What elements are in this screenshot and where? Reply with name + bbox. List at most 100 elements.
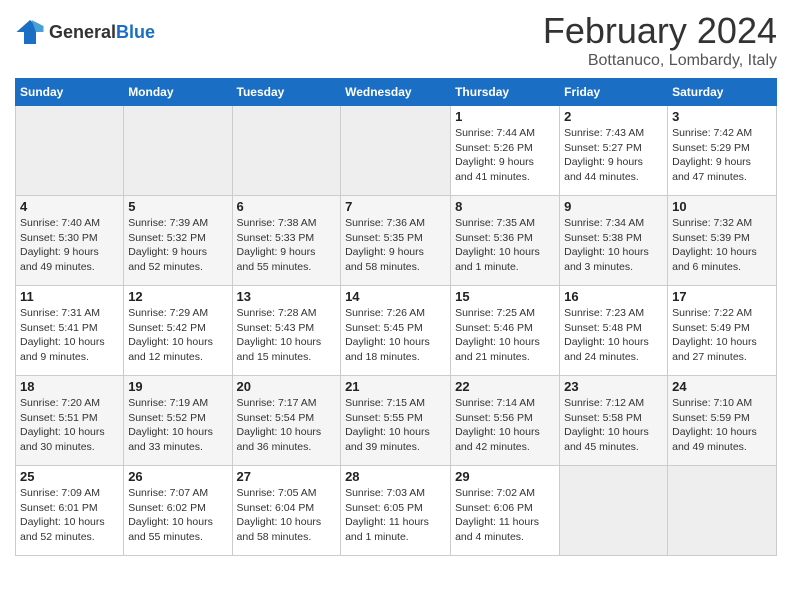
day-info: Sunrise: 7:34 AMSunset: 5:38 PMDaylight:… (564, 216, 663, 275)
weekday-header: Sunday (16, 79, 124, 106)
day-number: 23 (564, 379, 663, 394)
calendar-cell: 25 Sunrise: 7:09 AMSunset: 6:01 PMDayligh… (16, 466, 124, 556)
logo: GeneralBlue (15, 18, 155, 46)
calendar-cell (124, 106, 232, 196)
day-number: 25 (20, 469, 119, 484)
day-number: 1 (455, 109, 555, 124)
calendar-cell: 3 Sunrise: 7:42 AMSunset: 5:29 PMDaylight… (668, 106, 777, 196)
weekday-header: Thursday (451, 79, 560, 106)
day-number: 14 (345, 289, 446, 304)
calendar-cell (341, 106, 451, 196)
calendar-cell (232, 106, 341, 196)
calendar-cell: 21 Sunrise: 7:15 AMSunset: 5:55 PMDayligh… (341, 376, 451, 466)
day-number: 18 (20, 379, 119, 394)
day-info: Sunrise: 7:40 AMSunset: 5:30 PMDaylight:… (20, 216, 119, 275)
day-info: Sunrise: 7:03 AMSunset: 6:05 PMDaylight:… (345, 486, 446, 545)
day-number: 29 (455, 469, 555, 484)
day-number: 19 (128, 379, 227, 394)
calendar-cell: 5 Sunrise: 7:39 AMSunset: 5:32 PMDaylight… (124, 196, 232, 286)
day-number: 4 (20, 199, 119, 214)
calendar-cell: 4 Sunrise: 7:40 AMSunset: 5:30 PMDaylight… (16, 196, 124, 286)
day-info: Sunrise: 7:28 AMSunset: 5:43 PMDaylight:… (237, 306, 337, 365)
calendar-cell: 17Sunrise: 7:22 AMSunset: 5:49 PMDayligh… (668, 286, 777, 376)
day-info: Sunrise: 7:26 AMSunset: 5:45 PMDaylight:… (345, 306, 446, 365)
day-number: 20 (237, 379, 337, 394)
calendar-cell: 16 Sunrise: 7:23 AMSunset: 5:48 PMDayligh… (560, 286, 668, 376)
calendar-cell: 8 Sunrise: 7:35 AMSunset: 5:36 PMDaylight… (451, 196, 560, 286)
calendar-cell: 6 Sunrise: 7:38 AMSunset: 5:33 PMDaylight… (232, 196, 341, 286)
day-number: 9 (564, 199, 663, 214)
calendar-cell: 11Sunrise: 7:31 AMSunset: 5:41 PMDayligh… (16, 286, 124, 376)
calendar-week-row: 25 Sunrise: 7:09 AMSunset: 6:01 PMDayligh… (16, 466, 777, 556)
calendar-cell: 23Sunrise: 7:12 AMSunset: 5:58 PMDayligh… (560, 376, 668, 466)
day-number: 7 (345, 199, 446, 214)
calendar-cell: 1 Sunrise: 7:44 AMSunset: 5:26 PMDaylight… (451, 106, 560, 196)
day-info: Sunrise: 7:29 AMSunset: 5:42 PMDaylight:… (128, 306, 227, 365)
calendar-cell: 22 Sunrise: 7:14 AMSunset: 5:56 PMDayligh… (451, 376, 560, 466)
day-number: 16 (564, 289, 663, 304)
month-title: February 2024 (543, 10, 777, 52)
day-number: 6 (237, 199, 337, 214)
weekday-header: Friday (560, 79, 668, 106)
calendar-cell: 13 Sunrise: 7:28 AMSunset: 5:43 PMDayligh… (232, 286, 341, 376)
day-number: 3 (672, 109, 772, 124)
logo-icon (15, 18, 45, 46)
day-info: Sunrise: 7:42 AMSunset: 5:29 PMDaylight:… (672, 126, 772, 185)
day-info: Sunrise: 7:35 AMSunset: 5:36 PMDaylight:… (455, 216, 555, 275)
calendar-week-row: 1 Sunrise: 7:44 AMSunset: 5:26 PMDaylight… (16, 106, 777, 196)
calendar-week-row: 4 Sunrise: 7:40 AMSunset: 5:30 PMDaylight… (16, 196, 777, 286)
calendar-cell: 7 Sunrise: 7:36 AMSunset: 5:35 PMDaylight… (341, 196, 451, 286)
day-number: 15 (455, 289, 555, 304)
calendar-cell (16, 106, 124, 196)
day-number: 17 (672, 289, 772, 304)
day-info: Sunrise: 7:02 AMSunset: 6:06 PMDaylight:… (455, 486, 555, 545)
location-title: Bottanuco, Lombardy, Italy (543, 52, 777, 70)
day-info: Sunrise: 7:10 AMSunset: 5:59 PMDaylight:… (672, 396, 772, 455)
day-info: Sunrise: 7:43 AMSunset: 5:27 PMDaylight:… (564, 126, 663, 185)
day-info: Sunrise: 7:23 AMSunset: 5:48 PMDaylight:… (564, 306, 663, 365)
weekday-header: Monday (124, 79, 232, 106)
calendar-cell: 10Sunrise: 7:32 AMSunset: 5:39 PMDayligh… (668, 196, 777, 286)
calendar-table: SundayMondayTuesdayWednesdayThursdayFrid… (15, 78, 777, 556)
day-info: Sunrise: 7:05 AMSunset: 6:04 PMDaylight:… (237, 486, 337, 545)
day-info: Sunrise: 7:36 AMSunset: 5:35 PMDaylight:… (345, 216, 446, 275)
day-info: Sunrise: 7:44 AMSunset: 5:26 PMDaylight:… (455, 126, 555, 185)
calendar-cell: 12 Sunrise: 7:29 AMSunset: 5:42 PMDayligh… (124, 286, 232, 376)
day-number: 8 (455, 199, 555, 214)
day-number: 21 (345, 379, 446, 394)
day-number: 10 (672, 199, 772, 214)
day-number: 13 (237, 289, 337, 304)
weekday-header: Wednesday (341, 79, 451, 106)
day-info: Sunrise: 7:17 AMSunset: 5:54 PMDaylight:… (237, 396, 337, 455)
calendar-cell: 18Sunrise: 7:20 AMSunset: 5:51 PMDayligh… (16, 376, 124, 466)
day-info: Sunrise: 7:31 AMSunset: 5:41 PMDaylight:… (20, 306, 119, 365)
day-info: Sunrise: 7:39 AMSunset: 5:32 PMDaylight:… (128, 216, 227, 275)
calendar-week-row: 11Sunrise: 7:31 AMSunset: 5:41 PMDayligh… (16, 286, 777, 376)
calendar-cell (560, 466, 668, 556)
calendar-cell: 9 Sunrise: 7:34 AMSunset: 5:38 PMDaylight… (560, 196, 668, 286)
calendar-cell: 27Sunrise: 7:05 AMSunset: 6:04 PMDayligh… (232, 466, 341, 556)
day-info: Sunrise: 7:15 AMSunset: 5:55 PMDaylight:… (345, 396, 446, 455)
title-area: February 2024 Bottanuco, Lombardy, Italy (543, 10, 777, 70)
header: GeneralBlue February 2024 Bottanuco, Lom… (15, 10, 777, 70)
calendar-cell: 29 Sunrise: 7:02 AMSunset: 6:06 PMDayligh… (451, 466, 560, 556)
calendar-week-row: 18Sunrise: 7:20 AMSunset: 5:51 PMDayligh… (16, 376, 777, 466)
calendar-cell: 19Sunrise: 7:19 AMSunset: 5:52 PMDayligh… (124, 376, 232, 466)
day-info: Sunrise: 7:09 AMSunset: 6:01 PMDaylight:… (20, 486, 119, 545)
day-info: Sunrise: 7:38 AMSunset: 5:33 PMDaylight:… (237, 216, 337, 275)
calendar-cell: 2 Sunrise: 7:43 AMSunset: 5:27 PMDaylight… (560, 106, 668, 196)
day-info: Sunrise: 7:07 AMSunset: 6:02 PMDaylight:… (128, 486, 227, 545)
day-info: Sunrise: 7:14 AMSunset: 5:56 PMDaylight:… (455, 396, 555, 455)
day-number: 22 (455, 379, 555, 394)
logo-text: GeneralBlue (49, 22, 155, 43)
calendar-cell: 15Sunrise: 7:25 AMSunset: 5:46 PMDayligh… (451, 286, 560, 376)
calendar-cell: 26 Sunrise: 7:07 AMSunset: 6:02 PMDayligh… (124, 466, 232, 556)
weekday-header: Saturday (668, 79, 777, 106)
day-number: 5 (128, 199, 227, 214)
day-number: 2 (564, 109, 663, 124)
day-number: 26 (128, 469, 227, 484)
day-number: 28 (345, 469, 446, 484)
day-number: 12 (128, 289, 227, 304)
calendar-cell: 20 Sunrise: 7:17 AMSunset: 5:54 PMDayligh… (232, 376, 341, 466)
calendar-cell: 14 Sunrise: 7:26 AMSunset: 5:45 PMDayligh… (341, 286, 451, 376)
